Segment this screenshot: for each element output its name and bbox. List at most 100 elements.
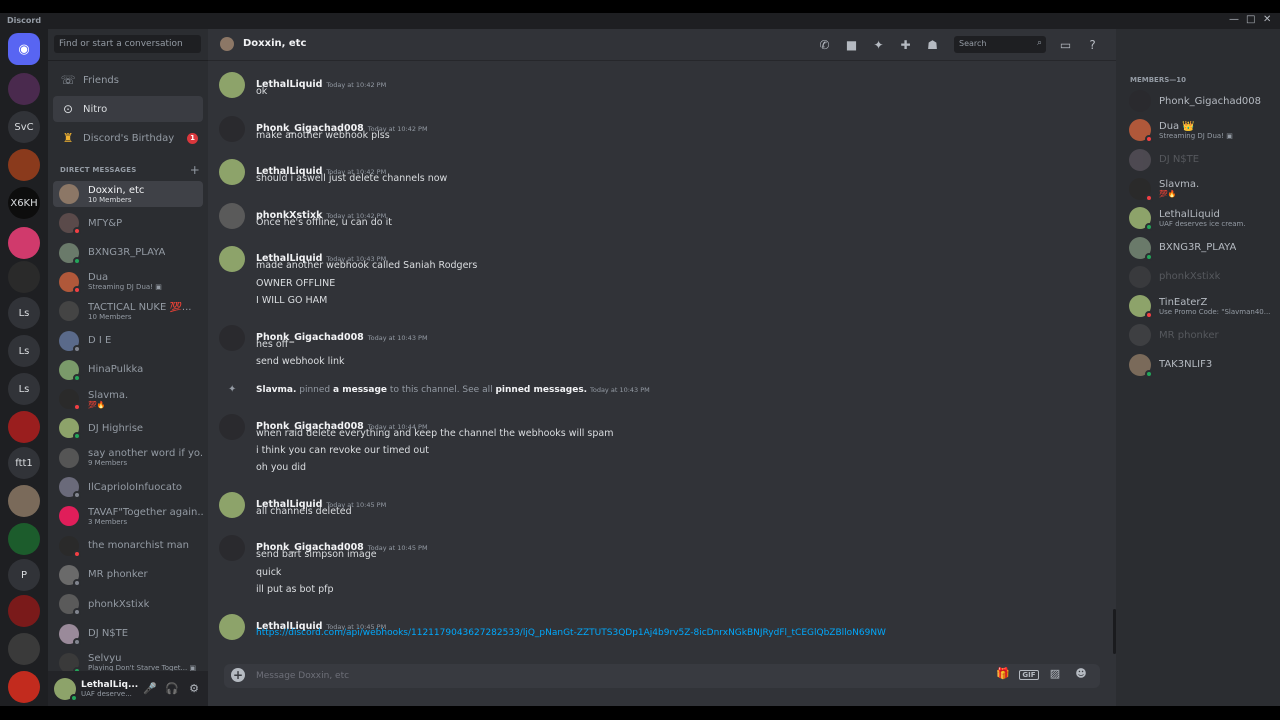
nav-label: Friends (83, 74, 119, 86)
server-icon[interactable]: Ls (8, 335, 40, 367)
status-on-icon (1145, 252, 1153, 261)
nav-nitro[interactable]: ⊙ Nitro (53, 96, 203, 122)
dm-item[interactable]: Selvyu Playing Don't Starve Toget... ▣ (53, 650, 203, 671)
dm-item[interactable]: BXNG3R_PLAYA (53, 240, 203, 266)
close-icon[interactable]: ✕ (1263, 14, 1271, 25)
headphones-icon[interactable]: 🎧 (161, 682, 183, 695)
dm-item[interactable]: HinaPulkka (53, 357, 203, 383)
server-icon[interactable] (8, 227, 40, 259)
member-item[interactable]: Phonk_Gigachad008 (1124, 87, 1274, 115)
avatar[interactable] (219, 115, 245, 142)
avatar[interactable] (219, 246, 245, 273)
dm-item[interactable]: Slavma. 💯🔥 (53, 386, 203, 412)
avatar[interactable] (219, 535, 245, 562)
gift-icon[interactable]: 🎁 (990, 667, 1016, 681)
server-icon[interactable] (8, 261, 40, 293)
avatar[interactable] (54, 677, 78, 702)
dm-text: say another word if yo... 9 Members (88, 448, 203, 467)
minimize-icon[interactable]: — (1229, 14, 1239, 25)
member-item[interactable]: DJ N$TE (1124, 146, 1274, 174)
server-icon[interactable] (8, 73, 40, 105)
dm-item[interactable]: D I E (53, 328, 203, 354)
gif-icon[interactable]: GIF (1016, 667, 1042, 681)
avatar[interactable] (219, 491, 245, 518)
member-item[interactable]: TAK3NLIF3 (1124, 351, 1274, 379)
message-input[interactable] (256, 668, 956, 684)
search-input[interactable]: Search ⌕ (954, 36, 1046, 53)
home-button[interactable]: ◉ (8, 33, 40, 65)
pin-icon[interactable]: ✦ (865, 38, 892, 52)
maximize-icon[interactable]: □ (1246, 14, 1255, 25)
dm-item[interactable]: Dua Streaming DJ Dua! ▣ (53, 269, 203, 295)
server-icon[interactable] (8, 633, 40, 665)
avatar[interactable] (219, 72, 245, 98)
add-friends-icon[interactable]: ✚ (892, 38, 919, 52)
pinned-messages-link[interactable]: pinned messages. (495, 385, 587, 395)
dm-item[interactable]: DJ Highrise (53, 415, 203, 441)
member-item[interactable]: BXNG3R_PLAYA (1124, 234, 1274, 262)
settings-gear-icon[interactable]: ⚙ (183, 682, 205, 695)
server-icon[interactable] (8, 485, 40, 517)
member-item[interactable]: phonkXstixk (1124, 263, 1274, 291)
server-icon[interactable] (8, 595, 40, 627)
nav-friends[interactable]: ☏ Friends (53, 67, 203, 93)
dm-item[interactable]: TACTICAL NUKE 💯... 10 Members (53, 298, 203, 324)
message-timestamp: Today at 10:42 PM (326, 81, 387, 89)
server-icon[interactable]: X6KH (8, 187, 40, 219)
server-icon[interactable]: Ls (8, 297, 40, 329)
emoji-icon[interactable]: ☻ (1068, 667, 1094, 681)
member-item[interactable]: TinEaterZ Use Promo Code: "Slavman40... (1124, 292, 1274, 320)
dm-item[interactable]: ΜΓΥ&Ρ (53, 210, 203, 236)
message-text: made another webhook called Saniah Rodge… (256, 260, 478, 272)
attach-plus-icon[interactable]: + (231, 668, 245, 682)
dm-item[interactable]: DJ N$TE (53, 621, 203, 647)
message-link[interactable]: https://discord.com/api/webhooks/1121179… (256, 628, 886, 638)
dm-item[interactable]: the monarchist man (53, 533, 203, 559)
screen-top-bar (0, 0, 1280, 13)
video-call-icon[interactable]: ■ (838, 38, 865, 52)
add-dm-icon[interactable]: + (190, 163, 200, 177)
member-text: TinEaterZ Use Promo Code: "Slavman40... (1159, 297, 1270, 316)
server-icon[interactable]: Ls (8, 373, 40, 405)
server-icon[interactable] (8, 523, 40, 555)
dm-item[interactable]: Doxxin, etc 10 Members (53, 181, 203, 207)
help-icon[interactable]: ? (1079, 38, 1106, 52)
dm-text: TACTICAL NUKE 💯... 10 Members (88, 302, 191, 321)
member-list-icon[interactable]: ☗ (919, 38, 946, 52)
server-icon[interactable] (8, 671, 40, 703)
server-label: Ls (18, 383, 30, 395)
member-item[interactable]: Dua 👑 Streaming DJ Dua! ▣ (1124, 116, 1274, 144)
sticker-icon[interactable]: ▨ (1042, 667, 1068, 681)
system-user[interactable]: Slavma. (256, 385, 296, 395)
user-info[interactable]: LethalLiq... UAF deserve... (81, 680, 139, 698)
mute-microphone-icon[interactable]: 🎤 (139, 682, 161, 695)
server-icon[interactable] (8, 411, 40, 443)
member-item[interactable]: LethalLiquid UAF deserves ice cream. (1124, 204, 1274, 232)
avatar (59, 184, 79, 204)
member-item[interactable]: Slavma. 💯🔥 (1124, 175, 1274, 203)
dm-item[interactable]: IlCaprioloInfuocato (53, 474, 203, 500)
pinned-message-link[interactable]: a message (333, 385, 387, 395)
server-icon[interactable]: SvC (8, 111, 40, 143)
avatar[interactable] (219, 324, 245, 351)
avatar[interactable] (219, 159, 245, 186)
server-icon[interactable] (8, 149, 40, 181)
voice-call-icon[interactable]: ✆ (811, 38, 838, 52)
server-icon[interactable]: P (8, 559, 40, 591)
dm-item[interactable]: phonkXstixk (53, 591, 203, 617)
dm-item[interactable]: TAVAF"Together again... 3 Members (53, 503, 203, 529)
avatar[interactable] (219, 413, 245, 440)
username: LethalLiq... (81, 679, 139, 690)
dm-item[interactable]: MR phonker (53, 562, 203, 588)
avatar (1129, 177, 1153, 202)
avatar[interactable] (219, 613, 245, 640)
search-icon: ⌕ (1036, 38, 1042, 48)
dm-item[interactable]: say another word if yo... 9 Members (53, 445, 203, 471)
dm-search-input[interactable]: Find or start a conversation (54, 35, 201, 53)
member-item[interactable]: MR phonker (1124, 321, 1274, 349)
avatar[interactable] (219, 202, 245, 229)
message-text: quick (256, 566, 282, 578)
inbox-icon[interactable]: ▭ (1052, 38, 1079, 52)
server-icon[interactable]: ftt1 (8, 447, 40, 479)
nav-birthday[interactable]: ♜ Discord's Birthday 1 (53, 125, 203, 151)
